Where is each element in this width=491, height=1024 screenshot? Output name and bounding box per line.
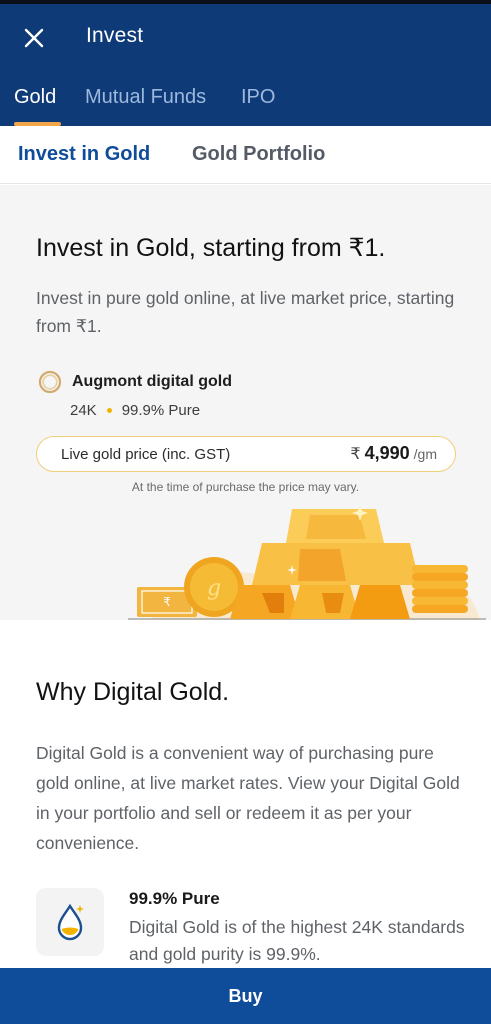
top-tab-bar: Gold Mutual Funds IPO <box>0 84 491 126</box>
hero-section: Invest in Gold, starting from ₹1. Invest… <box>0 185 491 620</box>
gold-bars-illustration: ₹ g <box>128 505 486 620</box>
feature-title: 99.9% Pure <box>129 889 220 908</box>
tab-ipo[interactable]: IPO <box>241 86 275 126</box>
tab-gold[interactable]: Gold <box>14 86 56 126</box>
sub-tab-bar: Invest in Gold Gold Portfolio <box>0 126 491 184</box>
provider-name: Augmont digital gold <box>72 373 232 390</box>
purity-label: 99.9% Pure <box>121 402 201 419</box>
price-amount: 4,990 <box>364 443 410 463</box>
svg-text:₹: ₹ <box>163 595 171 609</box>
feature-icon-box <box>36 888 104 956</box>
buy-button-label: Buy <box>228 985 263 1006</box>
feature-body: Digital Gold is of the highest 24K stand… <box>129 917 465 964</box>
svg-text:g: g <box>207 576 221 601</box>
provider-row: Augmont digital gold <box>38 370 232 394</box>
karat-label: 24K <box>70 402 97 419</box>
hero-subtitle: Invest in pure gold online, at live mark… <box>36 288 455 336</box>
tab-invest-in-gold[interactable]: Invest in Gold <box>18 143 150 166</box>
page-title: Invest <box>86 24 144 47</box>
close-icon <box>24 28 44 48</box>
live-price-label: Live gold price (inc. GST) <box>61 446 231 463</box>
app-header: Invest Gold Mutual Funds IPO <box>0 4 491 126</box>
why-digital-gold-body: Digital Gold is a convenient way of purc… <box>36 743 460 853</box>
price-disclaimer: At the time of purchase the price may va… <box>131 480 360 494</box>
why-digital-gold-title: Why Digital Gold. <box>36 678 230 706</box>
tab-gold-portfolio[interactable]: Gold Portfolio <box>192 143 325 166</box>
gold-drop-icon <box>57 903 84 941</box>
currency-symbol: ₹ <box>350 446 361 463</box>
tab-mutual-funds[interactable]: Mutual Funds <box>85 86 206 126</box>
augmont-ring-icon <box>38 370 62 394</box>
separator-dot <box>106 408 112 413</box>
price-unit: /gm <box>413 446 437 462</box>
live-price-pill: Live gold price (inc. GST) ₹4,990/gm <box>36 436 456 472</box>
live-price-value: ₹4,990/gm <box>350 443 437 464</box>
purity-row: 24K 99.9% Pure <box>70 402 200 419</box>
close-button[interactable] <box>18 22 50 54</box>
hero-title: Invest in Gold, starting from ₹1. <box>36 234 386 262</box>
buy-button[interactable]: Buy <box>0 968 491 1024</box>
